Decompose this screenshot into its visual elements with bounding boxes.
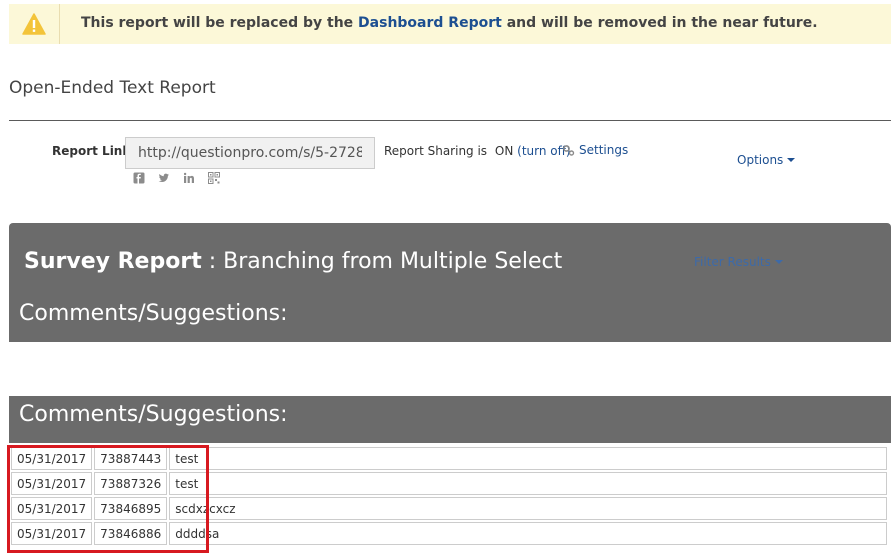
table-row: 05/31/2017 73846886 ddddsa bbox=[11, 522, 887, 545]
chevron-down-icon bbox=[787, 158, 796, 162]
table-row: 05/31/2017 73887326 test bbox=[11, 472, 887, 495]
dashboard-report-link[interactable]: Dashboard Report bbox=[358, 15, 502, 31]
response-text: ddddsa bbox=[169, 522, 887, 545]
title-divider bbox=[9, 120, 891, 121]
response-id: 73887326 bbox=[94, 472, 168, 495]
table-row: 05/31/2017 73846895 scdxzcxcz bbox=[11, 497, 887, 520]
qr-code-icon[interactable] bbox=[208, 172, 220, 184]
response-id: 73887443 bbox=[94, 447, 168, 470]
response-date: 05/31/2017 bbox=[11, 522, 93, 545]
comments-table: 05/31/2017 73887443 test 05/31/2017 7388… bbox=[9, 445, 889, 547]
filter-results-label: Filter Results bbox=[694, 255, 771, 269]
heading-separator: : bbox=[208, 249, 217, 274]
response-text: test bbox=[169, 447, 887, 470]
comments-section-title: Comments/Suggestions: bbox=[19, 402, 288, 427]
page-title: Open-Ended Text Report bbox=[9, 78, 216, 98]
report-sharing-status: Report Sharing is ON (turn off) bbox=[384, 144, 571, 158]
social-share-icons bbox=[133, 172, 220, 184]
gear-icon bbox=[563, 144, 575, 156]
survey-report-label: Survey Report bbox=[24, 249, 202, 274]
settings-label: Settings bbox=[579, 143, 629, 157]
settings-link[interactable]: Settings bbox=[562, 143, 628, 157]
question-title: Comments/Suggestions: bbox=[19, 301, 288, 326]
response-date: 05/31/2017 bbox=[11, 472, 93, 495]
facebook-icon[interactable] bbox=[133, 172, 145, 184]
table-row: 05/31/2017 73887443 test bbox=[11, 447, 887, 470]
linkedin-icon[interactable] bbox=[183, 172, 195, 184]
response-text: scdxzcxcz bbox=[169, 497, 887, 520]
warning-message: This report will be replaced by the Dash… bbox=[81, 15, 818, 31]
survey-name: Branching from Multiple Select bbox=[223, 249, 563, 274]
options-dropdown[interactable]: Options bbox=[737, 153, 796, 167]
survey-report-heading: Survey Report : Branching from Multiple … bbox=[24, 249, 562, 274]
warning-text-before: This report will be replaced by the bbox=[81, 15, 354, 31]
filter-results-dropdown[interactable]: Filter Results bbox=[694, 255, 783, 269]
options-label: Options bbox=[737, 153, 784, 167]
warning-icon-container bbox=[9, 4, 60, 44]
warning-icon bbox=[22, 13, 46, 35]
report-sharing-value: ON bbox=[494, 144, 514, 158]
response-id: 73846895 bbox=[94, 497, 168, 520]
survey-report-panel: Survey Report : Branching from Multiple … bbox=[9, 223, 891, 342]
response-date: 05/31/2017 bbox=[11, 447, 93, 470]
response-id: 73846886 bbox=[94, 522, 168, 545]
warning-text-after: and will be removed in the near future. bbox=[506, 15, 818, 31]
response-date: 05/31/2017 bbox=[11, 497, 93, 520]
twitter-icon[interactable] bbox=[158, 172, 170, 184]
warning-banner: This report will be replaced by the Dash… bbox=[9, 4, 891, 44]
report-link-field[interactable] bbox=[125, 137, 375, 169]
report-sharing-label: Report Sharing is bbox=[384, 144, 488, 158]
chevron-down-icon bbox=[774, 260, 783, 264]
response-text: test bbox=[169, 472, 887, 495]
comments-section-header: Comments/Suggestions: bbox=[9, 396, 891, 443]
